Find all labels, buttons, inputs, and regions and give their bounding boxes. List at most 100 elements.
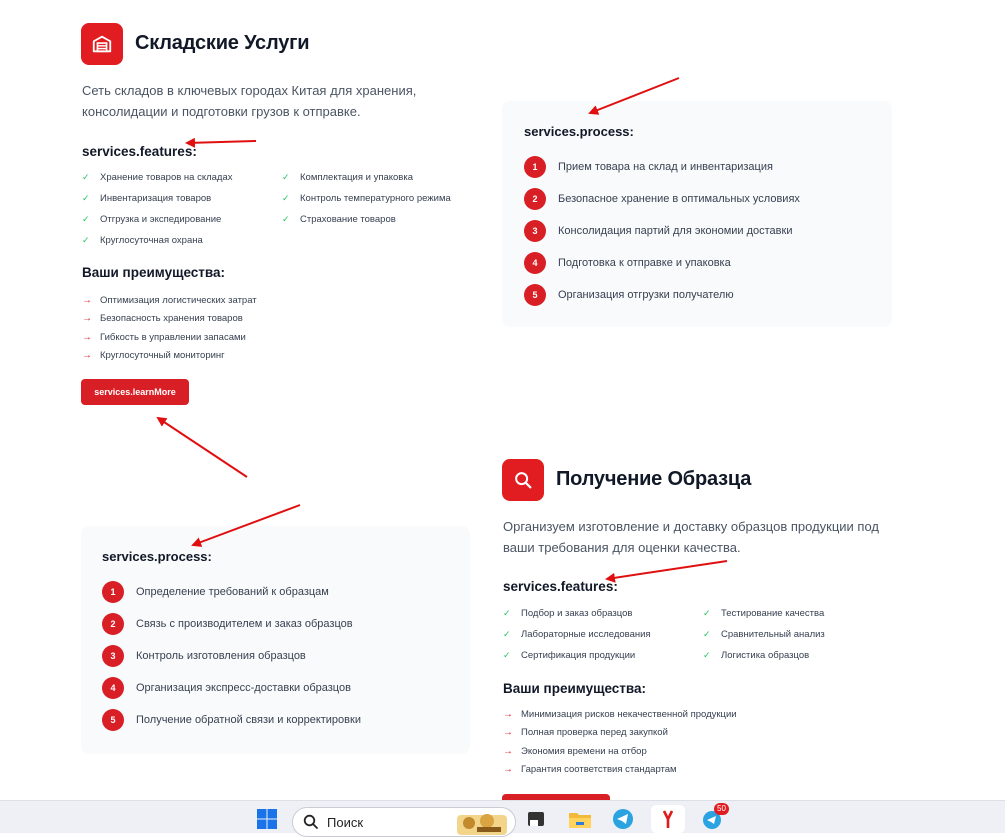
annotation-arrow	[605, 560, 728, 583]
step-number: 2	[524, 188, 546, 210]
feature-item: ✓ Хранение товаров на складах	[82, 172, 233, 183]
advantage-item: → Экономия времени на отбор	[503, 745, 647, 757]
process-step: 1 Прием товара на склад и инвентаризация	[524, 156, 800, 178]
check-icon: ✓	[703, 629, 711, 639]
advantage-item: → Безопасность хранения товаров	[82, 313, 243, 325]
arrow-right-icon: →	[82, 313, 92, 325]
warehouse-features-heading: services.features:	[82, 144, 197, 159]
sample-features-heading: services.features:	[503, 579, 618, 594]
task-view-icon[interactable]	[521, 805, 551, 833]
step-number: 3	[102, 645, 124, 667]
warehouse-service-icon	[81, 23, 123, 65]
arrow-right-icon: →	[82, 294, 92, 306]
windows-start-icon[interactable]	[252, 805, 282, 833]
file-explorer-icon[interactable]	[565, 805, 595, 833]
process-step: 5 Получение обратной связи и корректировк…	[102, 709, 361, 731]
warehouse-service-title: Складские Услуги	[135, 32, 310, 54]
sample-service-title: Получение Образца	[556, 468, 752, 490]
search-icon	[303, 814, 318, 829]
warehouse-advantages-list: → Оптимизация логистических затрат → Безоп…	[82, 294, 257, 362]
warehouse-process-card: services.process: 1 Прием товара на склад…	[502, 101, 892, 327]
arrow-right-icon: →	[503, 745, 513, 757]
advantage-item: → Круглосуточный мониторинг	[82, 350, 225, 362]
process-step: 1 Определение требований к образцам	[102, 581, 361, 603]
warehouse-advantages-heading: Ваши преимущества:	[82, 265, 226, 280]
step-number: 4	[102, 677, 124, 699]
feature-item: ✓ Подбор и заказ образцов	[503, 608, 633, 619]
arrow-right-icon: →	[82, 331, 92, 343]
process-step: 5 Организация отгрузки получателю	[524, 284, 800, 306]
warehouse-service-description: Сеть складов в ключевых городах Китая дл…	[82, 83, 417, 119]
sample-process-steps: 1 Определение требований к образцам 2 Связ…	[102, 581, 361, 731]
advantage-item: → Гарантия соответствия стандартам	[503, 764, 677, 776]
arrow-right-icon: →	[503, 727, 513, 739]
arrow-right-icon: →	[503, 708, 513, 720]
check-icon: ✓	[503, 608, 511, 618]
search-label: Поиск	[327, 814, 364, 830]
feature-item: ✓ Логистика образцов	[703, 650, 810, 661]
warehouse-icon	[92, 35, 112, 53]
warehouse-learn-more-button[interactable]: services.learnMore	[81, 379, 189, 405]
yandex-browser-icon[interactable]	[651, 805, 685, 833]
advantage-item: → Полная проверка перед закупкой	[503, 727, 668, 739]
advantage-item: → Гибкость в управлении запасами	[82, 331, 246, 343]
step-number: 2	[102, 613, 124, 635]
telegram-icon[interactable]	[608, 805, 638, 833]
arrow-right-icon: →	[82, 350, 92, 362]
check-icon: ✓	[82, 214, 90, 224]
check-icon: ✓	[82, 172, 90, 182]
sample-features-list: ✓ Подбор и заказ образцов ✓ Тестирование к…	[503, 607, 903, 662]
sample-process-heading: services.process:	[102, 549, 212, 564]
feature-item: ✓ Круглосуточная охрана	[82, 235, 203, 246]
feature-item: ✓ Тестирование качества	[703, 608, 825, 619]
check-icon: ✓	[503, 629, 511, 639]
arrow-right-icon: →	[503, 764, 513, 776]
check-icon: ✓	[703, 608, 711, 618]
feature-item: ✓ Лабораторные исследования	[503, 629, 651, 640]
taskbar-search-input[interactable]: Поиск	[292, 807, 516, 837]
feature-item: ✓ Комплектация и упаковка	[282, 172, 414, 183]
step-number: 1	[102, 581, 124, 603]
feature-item: ✓ Отгрузка и экспедирование	[82, 214, 222, 225]
annotation-arrow	[185, 137, 257, 148]
sample-service-icon	[502, 459, 544, 501]
sample-process-card: services.process: 1 Определение требовани…	[81, 526, 470, 754]
advantage-item: → Оптимизация логистических затрат	[82, 294, 257, 306]
check-icon: ✓	[282, 214, 290, 224]
check-icon: ✓	[82, 235, 90, 245]
feature-item: ✓ Сертификация продукции	[503, 650, 636, 661]
check-icon: ✓	[82, 193, 90, 203]
feature-item: ✓ Контроль температурного режима	[282, 193, 451, 204]
step-number: 1	[524, 156, 546, 178]
advantage-item: → Минимизация рисков некачественной проду…	[503, 708, 737, 720]
sample-advantages-list: → Минимизация рисков некачественной проду…	[503, 708, 737, 776]
warehouse-process-heading: services.process:	[524, 124, 634, 139]
process-step: 2 Безопасное хранение в оптимальных услов…	[524, 188, 800, 210]
process-step: 3 Контроль изготовления образцов	[102, 645, 361, 667]
step-number: 5	[524, 284, 546, 306]
sample-service-description: Организуем изготовление и доставку образ…	[503, 519, 879, 555]
taskbar: Поиск 50	[0, 800, 1005, 837]
process-step: 3 Консолидация партий для экономии достав…	[524, 220, 800, 242]
check-icon: ✓	[703, 650, 711, 660]
telegram-badge-icon[interactable]: 50	[697, 803, 729, 833]
check-icon: ✓	[503, 650, 511, 660]
step-number: 5	[102, 709, 124, 731]
feature-item: ✓ Страхование товаров	[282, 214, 396, 225]
check-icon: ✓	[282, 172, 290, 182]
feature-item: ✓ Инвентаризация товаров	[82, 193, 212, 204]
warehouse-process-steps: 1 Прием товара на склад и инвентаризация …	[524, 156, 800, 306]
check-icon: ✓	[282, 193, 290, 203]
step-number: 4	[524, 252, 546, 274]
process-step: 4 Организация экспресс-доставки образцов	[102, 677, 361, 699]
sample-advantages-heading: Ваши преимущества:	[503, 681, 647, 696]
search-highlight-icon	[457, 814, 507, 835]
process-step: 2 Связь с производителем и заказ образцов	[102, 613, 361, 635]
step-number: 3	[524, 220, 546, 242]
process-step: 4 Подготовка к отправке и упаковка	[524, 252, 800, 274]
warehouse-features-list: ✓ Хранение товаров на складах ✓ Комплектац…	[82, 171, 482, 247]
annotation-arrow	[156, 416, 248, 478]
feature-item: ✓ Сравнительный анализ	[703, 629, 825, 640]
notification-badge: 50	[714, 803, 729, 815]
search-icon	[515, 472, 532, 489]
